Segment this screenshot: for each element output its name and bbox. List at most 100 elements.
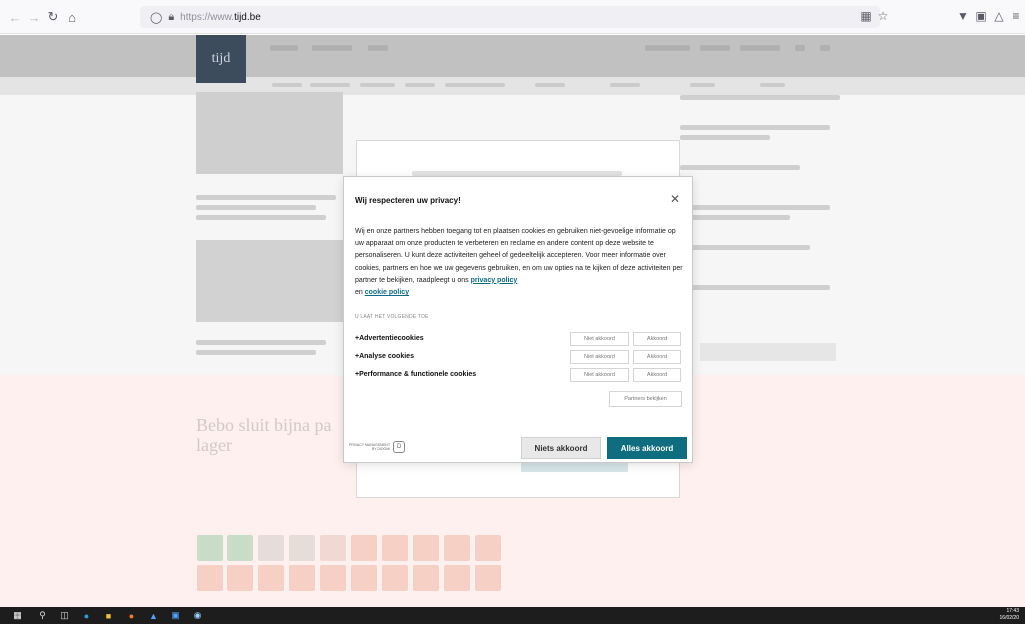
taskbar-clock[interactable]: 17:43 16/02/20	[1000, 608, 1019, 622]
bookmark-star-icon[interactable]: ☆	[875, 9, 891, 23]
nav-item	[368, 45, 388, 51]
shield-icon[interactable]: ◯	[150, 11, 162, 24]
consent-dialog: Wij respecteren uw privacy! ✕ Wij en onz…	[343, 176, 693, 463]
sidebar-button	[700, 343, 836, 361]
nav-item	[740, 45, 780, 51]
article-title-line	[196, 340, 326, 345]
pocket-icon[interactable]: ▼	[955, 9, 971, 23]
didomi-badge[interactable]: PRIVACY MANAGEMENT BY DIDOMI D	[349, 441, 406, 453]
subnav-item	[445, 83, 505, 87]
article-title-line	[196, 205, 316, 210]
tile	[351, 565, 377, 591]
menu-icon[interactable]: ≡	[1008, 9, 1024, 23]
tile	[227, 565, 253, 591]
url-bar[interactable]: ◯ 🔒︎ https://www. tijd.be	[140, 6, 880, 28]
back-icon[interactable]: ←	[6, 8, 24, 26]
cookie-policy-link[interactable]: cookie policy	[365, 289, 409, 296]
tile	[351, 535, 377, 561]
didomi-text: PRIVACY MANAGEMENT BY DIDOMI	[349, 443, 391, 451]
sidebar-headline	[680, 165, 800, 170]
advertising-decline-button[interactable]: Niet akkoord	[570, 332, 629, 346]
subnav-item	[360, 83, 395, 87]
app-icon[interactable]: ▲	[148, 610, 159, 621]
dialog-body-text: Wij en onze partners hebben toegang tot …	[355, 228, 683, 284]
tile	[444, 565, 470, 591]
tile	[320, 565, 346, 591]
file-explorer-icon[interactable]: ■	[103, 610, 114, 621]
sidebar-headline	[680, 205, 830, 210]
search-icon[interactable]: ⚲	[37, 610, 48, 621]
pref-label-advertising[interactable]: +Advertentiecookies	[355, 335, 424, 342]
dialog-body: Wij en onze partners hebben toegang tot …	[355, 226, 685, 299]
ghost-headline: Bebo sluit bijna pa	[196, 415, 332, 435]
sidebar-headline	[680, 135, 770, 140]
site-header	[0, 35, 1025, 77]
decline-all-button[interactable]: Niets akkoord	[521, 437, 601, 459]
tile	[227, 535, 253, 561]
analytics-accept-button[interactable]: Akkoord	[633, 350, 681, 364]
subnav-item	[690, 83, 715, 87]
tile	[413, 565, 439, 591]
account-icon[interactable]: △	[991, 9, 1007, 23]
performance-accept-button[interactable]: Akkoord	[633, 368, 681, 382]
article-title-line	[196, 215, 326, 220]
subnav-item	[310, 83, 350, 87]
tile	[320, 535, 346, 561]
url-prefix: https://www.	[180, 11, 235, 23]
nav-item	[795, 45, 805, 51]
lock-icon[interactable]: 🔒︎	[168, 11, 174, 24]
dialog-title: Wij respecteren uw privacy!	[355, 196, 461, 205]
privacy-policy-link[interactable]: privacy policy	[471, 277, 518, 284]
subnav-item	[405, 83, 435, 87]
accept-all-button[interactable]: Alles akkoord	[607, 437, 687, 459]
translate-icon[interactable]: ▦	[858, 9, 874, 23]
clock-date: 16/02/20	[999, 615, 1019, 621]
tile	[258, 535, 284, 561]
app-icon-2[interactable]: ▣	[170, 610, 181, 621]
tile	[197, 565, 223, 591]
analytics-decline-button[interactable]: Niet akkoord	[570, 350, 629, 364]
pref-label-analytics[interactable]: +Analyse cookies	[355, 353, 414, 360]
pref-label-performance[interactable]: +Performance & functionele cookies	[355, 371, 476, 378]
tile	[475, 565, 501, 591]
edge-icon[interactable]: ●	[81, 610, 92, 621]
advertising-accept-button[interactable]: Akkoord	[633, 332, 681, 346]
subnav-item	[610, 83, 640, 87]
view-partners-button[interactable]: Partners bekijken	[609, 391, 682, 407]
subnav-item	[760, 83, 785, 87]
forward-icon[interactable]: →	[25, 8, 43, 26]
tile	[382, 535, 408, 561]
extensions-icon[interactable]: ▣	[973, 9, 989, 23]
sidebar-headline	[680, 215, 790, 220]
nav-item	[312, 45, 352, 51]
tile	[444, 535, 470, 561]
pref-row-analytics: +Analyse cookies Niet akkoord Akkoord	[355, 350, 685, 364]
site-logo[interactable]: tijd	[196, 35, 246, 83]
task-view-icon[interactable]: ◫	[59, 610, 70, 621]
tile	[289, 535, 315, 561]
close-icon[interactable]: ✕	[670, 193, 680, 205]
app-icon-3[interactable]: ◉	[192, 610, 203, 621]
didomi-logo-icon: D	[393, 441, 406, 453]
home-icon[interactable]: ⌂	[63, 8, 81, 26]
tile	[289, 565, 315, 591]
ghost-headline-2: lager	[196, 435, 232, 455]
windows-start-icon[interactable]: ▦	[12, 610, 23, 621]
performance-decline-button[interactable]: Niet akkoord	[570, 368, 629, 382]
taskbar: ▦ ⚲ ◫ ● ■ ● ▲ ▣ ◉ 17:43 16/02/20	[0, 607, 1025, 624]
site-subnav	[0, 77, 1025, 95]
conjunction-text: en	[355, 289, 363, 297]
nav-item	[645, 45, 690, 51]
tile	[475, 535, 501, 561]
firefox-icon[interactable]: ●	[126, 610, 137, 621]
nav-item	[820, 45, 830, 51]
url-domain: tijd.be	[234, 11, 261, 23]
article-image	[196, 92, 343, 174]
sidebar-headline	[680, 95, 840, 100]
pref-row-performance: +Performance & functionele cookies Niet …	[355, 368, 685, 382]
tile	[258, 565, 284, 591]
subnav-item	[272, 83, 302, 87]
sidebar-headline	[680, 245, 810, 250]
tile	[382, 565, 408, 591]
reload-icon[interactable]: ↻	[44, 8, 62, 26]
